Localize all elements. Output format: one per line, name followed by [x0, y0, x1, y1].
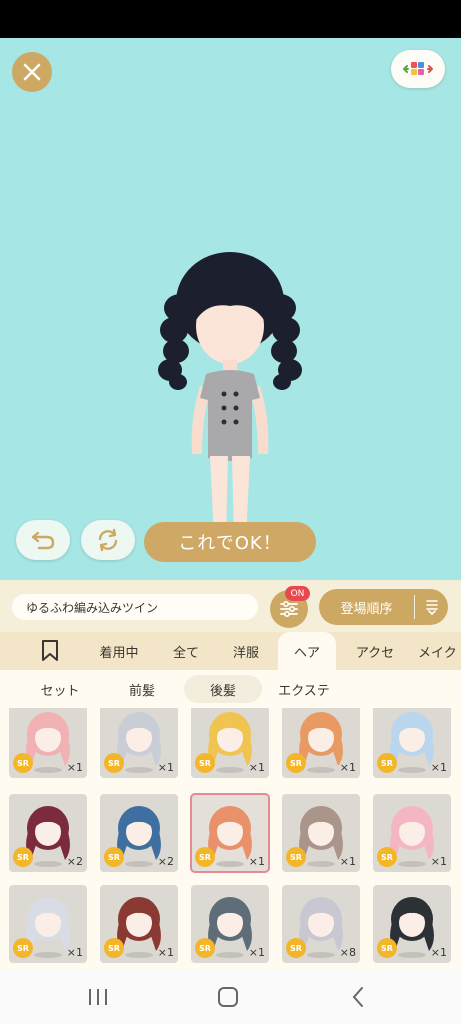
item-count: ×2 — [66, 855, 83, 868]
recent-apps-button[interactable] — [78, 980, 118, 1014]
hair-item[interactable]: SR ×1 — [373, 885, 451, 963]
close-icon — [23, 63, 41, 81]
item-count: ×1 — [66, 761, 83, 774]
sort-divider — [414, 595, 415, 619]
rarity-badge: SR — [104, 753, 124, 773]
item-count: ×1 — [430, 761, 447, 774]
sliders-icon — [280, 600, 298, 618]
rarity-badge: SR — [377, 753, 397, 773]
rarity-badge: SR — [195, 847, 215, 867]
tab-accessory[interactable]: アクセ — [344, 632, 406, 670]
item-count: ×1 — [430, 946, 447, 959]
subtab-bangs[interactable]: 前髪 — [104, 675, 180, 703]
color-palette-icon — [403, 62, 433, 75]
hair-item[interactable]: SR ×1 — [9, 708, 87, 778]
rarity-badge: SR — [195, 938, 215, 958]
hair-item[interactable]: SR ×1 — [191, 885, 269, 963]
hair-item[interactable]: SR ×1 — [100, 885, 178, 963]
rarity-badge: SR — [377, 938, 397, 958]
tab-bookmark[interactable] — [28, 632, 72, 670]
close-button[interactable] — [12, 52, 52, 92]
item-count: ×1 — [339, 855, 356, 868]
subtab-set[interactable]: セット — [22, 675, 98, 703]
back-button[interactable] — [338, 980, 378, 1014]
item-name-field[interactable]: ゆるふわ編み込みツイン — [12, 594, 258, 620]
item-count: ×1 — [248, 946, 265, 959]
rarity-badge: SR — [104, 847, 124, 867]
hair-item[interactable]: SR ×2 — [9, 794, 87, 872]
recent-apps-icon — [89, 989, 107, 1005]
rarity-badge: SR — [13, 847, 33, 867]
undo-button[interactable] — [16, 520, 70, 560]
rarity-badge: SR — [104, 938, 124, 958]
bookmark-icon — [42, 640, 58, 661]
item-count: ×1 — [339, 761, 356, 774]
avatar-figure — [158, 252, 302, 546]
status-bar — [0, 0, 461, 38]
confirm-ok-button[interactable]: これでOK！ — [144, 522, 316, 562]
sort-direction-icon[interactable] — [419, 589, 445, 625]
item-count: ×1 — [66, 946, 83, 959]
filter-bar: ゆるふわ編み込みツイン ON 登場順序 — [0, 580, 461, 632]
rarity-badge: SR — [13, 938, 33, 958]
subtab-extensions[interactable]: エクステ — [266, 675, 342, 703]
rarity-badge: SR — [286, 753, 306, 773]
hair-item[interactable]: SR ×1 — [282, 794, 360, 872]
hair-item[interactable]: SR ×1 — [191, 708, 269, 778]
category-tabs: 着用中 全て 洋服 ヘア アクセ メイク — [0, 632, 461, 670]
sort-order-button[interactable]: 登場順序 — [319, 589, 448, 625]
tab-hair[interactable]: ヘア — [278, 632, 336, 670]
background-color-button[interactable] — [391, 50, 445, 88]
filter-on-badge: ON — [285, 586, 310, 601]
tab-clothes[interactable]: 洋服 — [220, 632, 272, 670]
back-icon — [352, 987, 363, 1007]
android-nav-bar — [0, 970, 461, 1024]
avatar-stage: これでOK！ — [0, 38, 461, 580]
sort-order-label: 登場順序 — [340, 601, 393, 617]
hair-item[interactable]: SR ×2 — [100, 794, 178, 872]
rarity-badge: SR — [286, 938, 306, 958]
home-button[interactable] — [208, 980, 248, 1014]
item-count: ×1 — [248, 761, 265, 774]
reset-button[interactable] — [81, 520, 135, 560]
refresh-icon — [98, 528, 118, 552]
rarity-badge: SR — [13, 753, 33, 773]
hair-item[interactable]: SR ×8 — [282, 885, 360, 963]
hair-subtabs: セット 前髪 後髪 エクステ — [0, 670, 461, 708]
hair-item[interactable]: SR ×1 — [373, 794, 451, 872]
rarity-badge: SR — [286, 847, 306, 867]
tab-all[interactable]: 全て — [160, 632, 212, 670]
item-count: ×1 — [157, 946, 174, 959]
hair-item[interactable]: SR ×1 — [190, 793, 270, 873]
item-count: ×2 — [157, 855, 174, 868]
hair-item[interactable]: SR ×1 — [100, 708, 178, 778]
subtab-back-hair[interactable]: 後髪 — [184, 675, 262, 703]
hair-item[interactable]: SR ×1 — [282, 708, 360, 778]
rarity-badge: SR — [377, 847, 397, 867]
undo-icon — [31, 531, 55, 550]
home-icon — [218, 987, 238, 1007]
item-count: ×1 — [248, 855, 265, 868]
tab-wearing[interactable]: 着用中 — [88, 632, 150, 670]
hair-item[interactable]: SR ×1 — [373, 708, 451, 778]
item-grid: SR ×1 SR ×1 SR ×1 SR ×1 SR ×1 SR ×2 SR ×2 SR ×1 SR ×1 SR ×1… — [0, 708, 461, 970]
hair-item[interactable]: SR ×1 — [9, 885, 87, 963]
rarity-badge: SR — [195, 753, 215, 773]
item-count: ×1 — [157, 761, 174, 774]
item-count: ×1 — [430, 855, 447, 868]
tab-makeup[interactable]: メイク — [418, 632, 461, 670]
item-count: ×8 — [339, 946, 356, 959]
